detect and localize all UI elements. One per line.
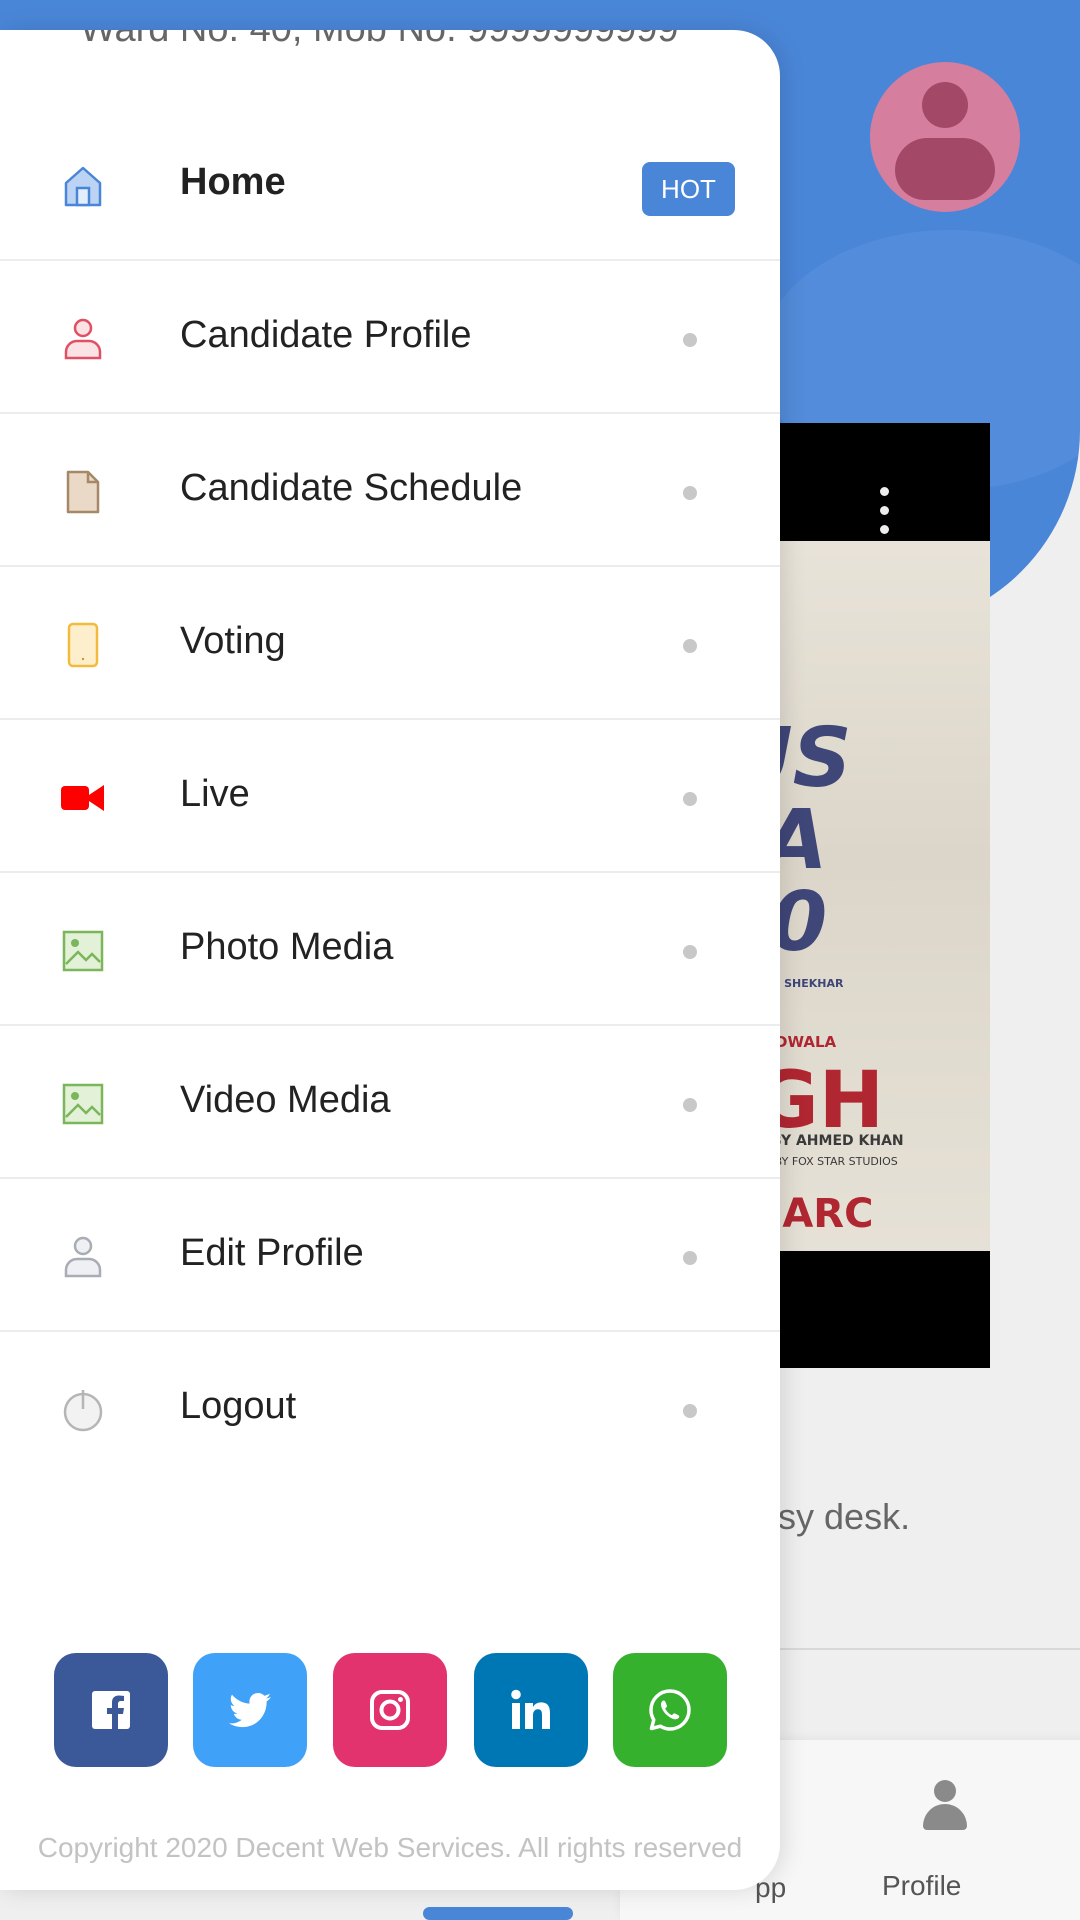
menu-item-edit-profile[interactable]: Edit Profile xyxy=(0,1179,780,1332)
avatar-body xyxy=(895,138,995,200)
menu-dot xyxy=(683,639,697,653)
document-icon xyxy=(60,469,106,515)
menu-item-home[interactable]: Home HOT xyxy=(0,108,780,261)
menu-item-live[interactable]: Live xyxy=(0,720,780,873)
menu-item-label: Video Media xyxy=(180,1079,391,1121)
menu-item-label: Candidate Profile xyxy=(180,314,472,356)
navigation-drawer: Ward No. 40, Mob No. 9999999999 Home HOT… xyxy=(0,30,780,1890)
menu-item-voting[interactable]: Voting xyxy=(0,567,780,720)
menu-item-photo-media[interactable]: Photo Media xyxy=(0,873,780,1026)
twitter-button[interactable] xyxy=(193,1653,307,1767)
image-icon xyxy=(60,1081,106,1127)
image-icon xyxy=(60,928,106,974)
whatsapp-icon xyxy=(649,1689,691,1731)
avatar-head xyxy=(922,82,968,128)
menu-dot xyxy=(683,333,697,347)
menu-dot xyxy=(683,1404,697,1418)
menu-dot xyxy=(683,486,697,500)
menu-item-candidate-profile[interactable]: Candidate Profile xyxy=(0,261,780,414)
menu-item-label: Home xyxy=(180,161,286,203)
menu-item-label: Candidate Schedule xyxy=(180,467,523,509)
more-options-icon[interactable] xyxy=(880,487,892,535)
video-camera-icon xyxy=(60,775,106,821)
power-icon xyxy=(60,1387,106,1433)
profile-tab-icon[interactable] xyxy=(923,1780,967,1834)
hot-badge: HOT xyxy=(642,162,735,216)
menu-dot xyxy=(683,1251,697,1265)
menu-item-logout[interactable]: Logout xyxy=(0,1332,780,1485)
linkedin-button[interactable] xyxy=(474,1653,588,1767)
menu-item-label: Photo Media xyxy=(180,926,394,968)
menu-dot xyxy=(683,1098,697,1112)
whatsapp-button[interactable] xyxy=(613,1653,727,1767)
social-links xyxy=(54,1653,734,1767)
instagram-icon xyxy=(370,1690,410,1730)
instagram-button[interactable] xyxy=(333,1653,447,1767)
home-indicator xyxy=(423,1907,573,1920)
facebook-icon xyxy=(92,1691,130,1729)
phone-icon xyxy=(60,622,106,668)
facebook-button[interactable] xyxy=(54,1653,168,1767)
menu-item-label: Voting xyxy=(180,620,286,662)
menu-dot xyxy=(683,945,697,959)
user-icon xyxy=(60,316,106,362)
drawer-subtitle: Ward No. 40, Mob No. 9999999999 xyxy=(80,30,679,51)
copyright-text: Copyright 2020 Decent Web Services. All … xyxy=(37,1832,743,1863)
menu-item-label: Edit Profile xyxy=(180,1232,364,1274)
menu-dot xyxy=(683,792,697,806)
drawer-menu: Home HOT Candidate Profile Candidate Sch… xyxy=(0,108,780,1485)
user-icon xyxy=(60,1234,106,1280)
menu-item-label: Logout xyxy=(180,1385,297,1427)
twitter-icon xyxy=(229,1693,271,1728)
avatar[interactable] xyxy=(870,62,1020,212)
home-icon xyxy=(60,163,106,209)
menu-item-candidate-schedule[interactable]: Candidate Schedule xyxy=(0,414,780,567)
tab-profile-label[interactable]: Profile xyxy=(882,1870,961,1902)
menu-item-video-media[interactable]: Video Media xyxy=(0,1026,780,1179)
linkedin-icon xyxy=(511,1689,550,1729)
menu-item-label: Live xyxy=(180,773,250,815)
